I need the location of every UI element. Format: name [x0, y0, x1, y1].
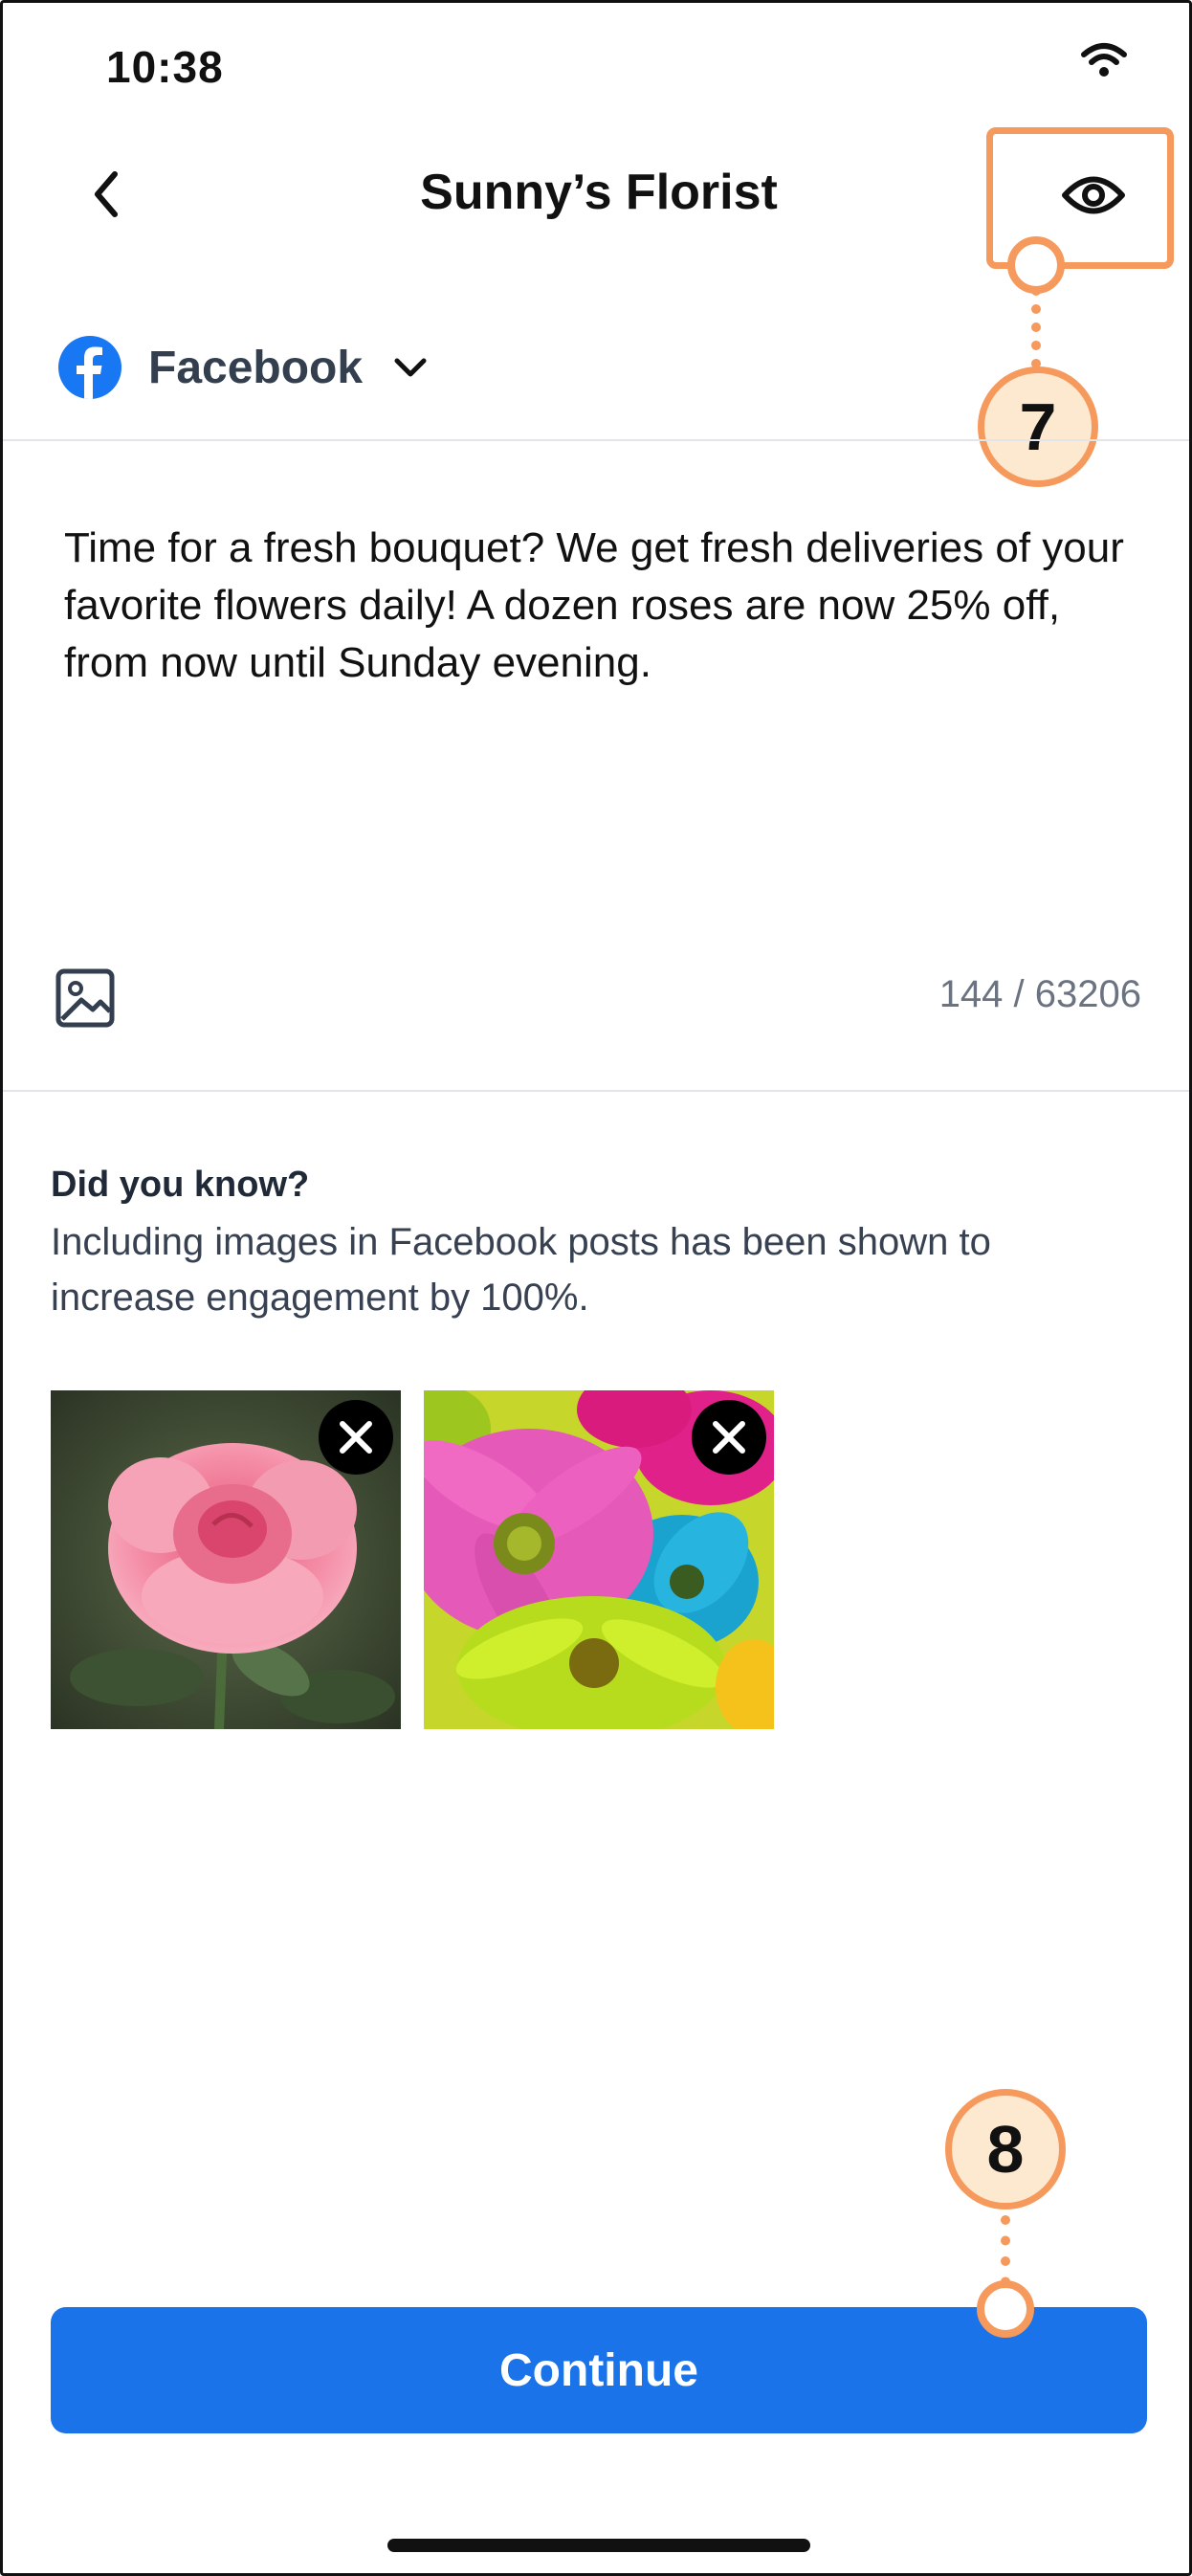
callout-connector: [1031, 286, 1041, 368]
home-indicator[interactable]: [387, 2539, 810, 2552]
platform-label: Facebook: [148, 342, 364, 393]
post-text-input[interactable]: Time for a fresh bouquet? We get fresh d…: [64, 520, 1136, 692]
platform-selector[interactable]: Facebook: [58, 336, 430, 399]
tip-title: Did you know?: [51, 1165, 310, 1205]
tip-body: Including images in Facebook posts has b…: [51, 1221, 991, 1319]
divider: [3, 439, 1189, 441]
close-icon: [713, 1421, 745, 1454]
chevron-down-icon: [394, 358, 427, 377]
attachment-thumbnail-rose[interactable]: [51, 1390, 401, 1729]
callout-anchor-dot: [977, 2280, 1034, 2338]
status-time: 10:38: [106, 42, 224, 92]
wifi-icon: [1081, 43, 1127, 77]
attachment-thumbnail-daisies[interactable]: [424, 1390, 774, 1729]
image-icon: [55, 968, 115, 1028]
callout-anchor-dot: [1007, 236, 1065, 294]
close-icon: [340, 1421, 372, 1454]
phone-screen: 10:38 Sunny’s Florist 7 Facebook Time fo…: [0, 0, 1192, 2576]
add-image-button[interactable]: [55, 967, 116, 1029]
remove-attachment-button[interactable]: [692, 1400, 766, 1475]
callout-badge-8: 8: [945, 2089, 1066, 2210]
facebook-icon: [58, 336, 121, 399]
callout-badge-7: 7: [978, 366, 1098, 487]
character-count: 144 / 63206: [938, 973, 1141, 1015]
remove-attachment-button[interactable]: [319, 1400, 393, 1475]
divider: [3, 1090, 1189, 1092]
